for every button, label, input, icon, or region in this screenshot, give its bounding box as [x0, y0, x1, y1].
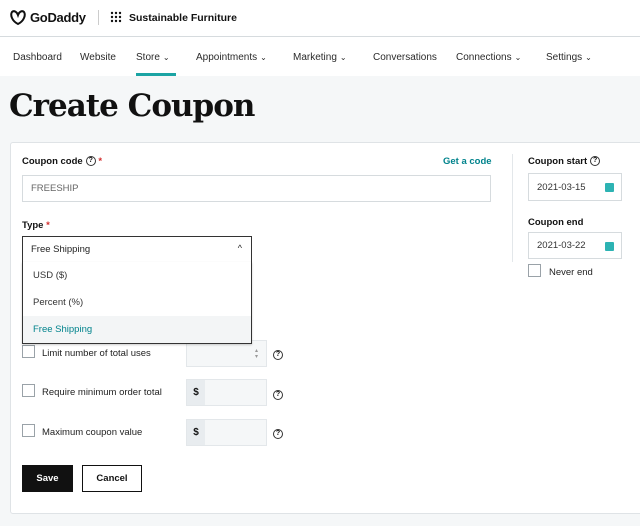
- page-title: Create Coupon: [9, 88, 255, 124]
- nav-conversations[interactable]: Conversations: [373, 52, 437, 63]
- type-option-usd[interactable]: USD ($): [23, 262, 251, 289]
- min-order-checkbox[interactable]: [22, 384, 35, 397]
- nav-marketing-label: Marketing: [293, 52, 337, 63]
- chevron-down-icon: ⌄: [585, 53, 592, 62]
- brand-name[interactable]: GoDaddy: [30, 10, 86, 25]
- never-end-checkbox[interactable]: [528, 264, 541, 277]
- help-icon[interactable]: ?: [273, 350, 283, 360]
- coupon-code-label-text: Coupon code: [22, 156, 83, 167]
- chevron-down-icon: ⌄: [260, 53, 267, 62]
- min-order-label: Require minimum order total: [42, 387, 162, 398]
- coupon-start-value: 2021-03-15: [537, 181, 586, 193]
- stepper-icon[interactable]: ▴ ▾: [255, 348, 258, 360]
- nav-appointments-label: Appointments: [196, 52, 258, 63]
- min-order-input[interactable]: $: [186, 379, 267, 406]
- help-icon[interactable]: ?: [273, 429, 283, 439]
- save-button[interactable]: Save: [22, 465, 73, 492]
- max-value-input[interactable]: $: [186, 419, 267, 446]
- nav-settings[interactable]: Settings ⌄: [546, 52, 592, 63]
- nav-website[interactable]: Website: [80, 52, 116, 63]
- column-divider: [512, 154, 513, 262]
- max-value-checkbox[interactable]: [22, 424, 35, 437]
- main-nav: Dashboard Website Store ⌄ Appointments ⌄ M…: [0, 37, 640, 76]
- currency-addon: $: [187, 380, 205, 405]
- top-bar: GoDaddy Sustainable Furniture: [0, 0, 640, 37]
- coupon-code-input[interactable]: FREESHIP: [22, 175, 491, 202]
- type-option-percent[interactable]: Percent (%): [23, 289, 251, 316]
- limit-uses-checkbox[interactable]: [22, 345, 35, 358]
- required-marker: *: [98, 156, 103, 167]
- calendar-icon[interactable]: [605, 242, 614, 251]
- nav-settings-label: Settings: [546, 52, 583, 63]
- coupon-code-label: Coupon code? *: [22, 156, 102, 167]
- nav-store[interactable]: Store ⌄: [136, 52, 170, 63]
- nav-dashboard[interactable]: Dashboard: [13, 52, 62, 63]
- chevron-down-icon: ⌄: [339, 53, 347, 62]
- get-a-code-link[interactable]: Get a code: [443, 156, 492, 167]
- limit-uses-input[interactable]: ▴ ▾: [186, 340, 267, 367]
- required-marker: *: [46, 220, 50, 231]
- chevron-down-icon: ⌄: [514, 53, 522, 62]
- calendar-icon[interactable]: [605, 183, 614, 192]
- chevron-up-icon: ^: [237, 243, 242, 253]
- active-tab-underline: [136, 73, 176, 76]
- help-icon[interactable]: ?: [273, 390, 283, 400]
- currency-addon: $: [187, 420, 205, 445]
- never-end-label: Never end: [549, 267, 593, 278]
- max-value-label: Maximum coupon value: [42, 427, 143, 438]
- coupon-start-label-text: Coupon start: [528, 156, 588, 167]
- help-icon[interactable]: ?: [590, 156, 601, 167]
- type-select[interactable]: Free Shipping ^: [22, 236, 252, 263]
- type-label-text: Type: [22, 220, 44, 231]
- divider: [98, 10, 99, 25]
- nav-appointments[interactable]: Appointments ⌄: [196, 52, 267, 63]
- help-icon[interactable]: ?: [85, 156, 96, 167]
- type-label: Type *: [22, 220, 50, 231]
- coupon-start-input[interactable]: 2021-03-15: [528, 173, 622, 201]
- nav-store-label: Store: [136, 52, 160, 63]
- site-name: Sustainable Furniture: [129, 12, 237, 24]
- godaddy-logo-icon: [10, 10, 26, 26]
- coupon-end-input[interactable]: 2021-03-22: [528, 232, 622, 259]
- type-select-value: Free Shipping: [31, 244, 91, 255]
- nav-connections-label: Connections: [456, 52, 512, 63]
- type-option-free-shipping[interactable]: Free Shipping: [23, 316, 251, 343]
- type-dropdown-menu: USD ($) Percent (%) Free Shipping: [22, 262, 252, 344]
- limit-uses-label: Limit number of total uses: [42, 348, 151, 359]
- coupon-end-label: Coupon end: [528, 217, 584, 228]
- nav-marketing[interactable]: Marketing ⌄: [293, 52, 347, 63]
- chevron-down-icon: ⌄: [162, 53, 170, 62]
- coupon-end-value: 2021-03-22: [537, 240, 586, 251]
- nav-connections[interactable]: Connections ⌄: [456, 52, 521, 63]
- app-grid-icon[interactable]: [110, 11, 122, 23]
- cancel-button[interactable]: Cancel: [82, 465, 142, 492]
- coupon-start-label: Coupon start?: [528, 156, 601, 167]
